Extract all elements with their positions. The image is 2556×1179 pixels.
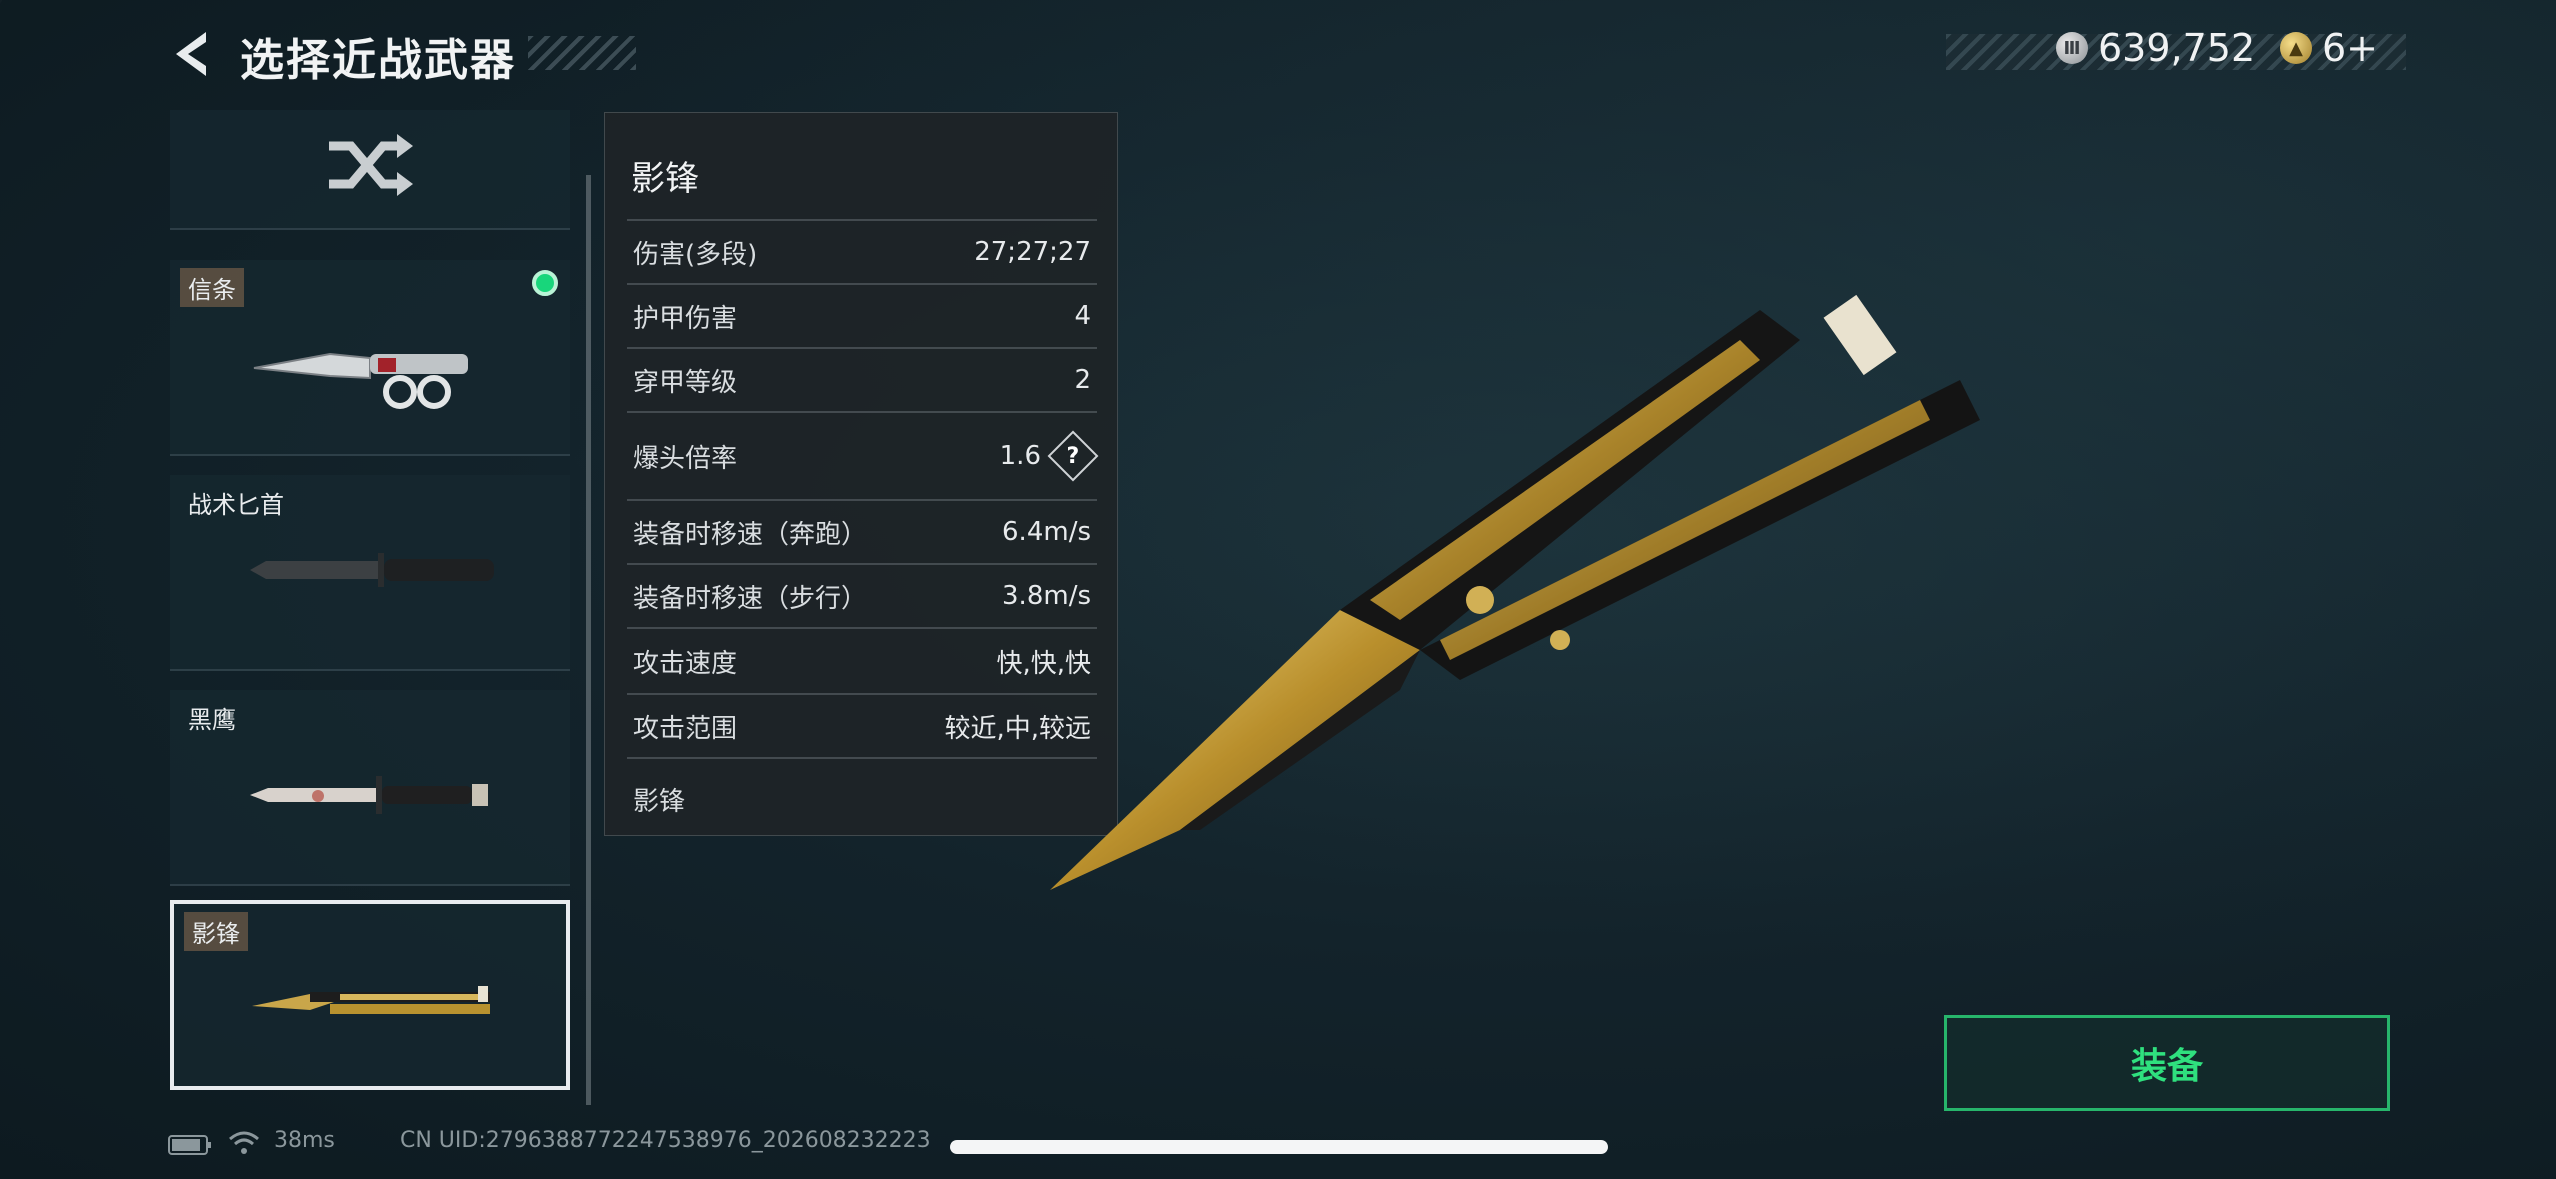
stat-label: 爆头倍率 xyxy=(633,443,738,474)
weapon-card-label: 影锋 xyxy=(184,912,248,951)
weapon-card-tactical-dagger[interactable]: 战术匕首 xyxy=(170,475,570,671)
silver-currency-value: 639,752 xyxy=(2098,26,2256,70)
page-title: 选择近战武器 xyxy=(240,35,516,86)
weapon-card-heiying[interactable]: 黑鹰 xyxy=(170,690,570,886)
knife-xintiao-image xyxy=(253,352,468,409)
stat-label: 护甲伤害 xyxy=(633,303,738,334)
silver-currency: Ⅲ 639,752 xyxy=(2056,26,2255,70)
stat-value: 1.6 xyxy=(999,441,1041,471)
stat-row-damage: 伤害(多段) 27;27;27 xyxy=(627,219,1097,283)
stat-row-move-walk: 装备时移速（步行） 3.8m/s xyxy=(627,563,1097,627)
silver-coin-icon: Ⅲ xyxy=(2056,32,2088,64)
stat-row-attack-speed: 攻击速度 快,快,快 xyxy=(627,627,1097,693)
gold-currency-value: 6+ xyxy=(2322,26,2379,70)
stat-label: 装备时移速（步行） xyxy=(633,583,868,614)
stat-value: 27;27;27 xyxy=(974,237,1091,267)
weapon-preview-image xyxy=(1050,294,1980,890)
uid-text: CN UID:2796388772247538976_202608232223 xyxy=(400,1128,931,1153)
weapon-card-label: 战术匕首 xyxy=(188,491,284,519)
gold-coin-icon: ▲ xyxy=(2280,32,2312,64)
stat-row-attack-range: 攻击范围 较近,中,较远 xyxy=(627,693,1097,759)
random-weapon-card[interactable] xyxy=(170,110,570,230)
stat-label: 穿甲等级 xyxy=(633,367,738,398)
stat-label: 装备时移速（奔跑） xyxy=(633,519,868,550)
home-indicator[interactable] xyxy=(950,1140,1608,1154)
equip-button[interactable]: 装备 xyxy=(1944,1015,2390,1111)
knife-heiying-image xyxy=(250,776,488,814)
equipped-indicator xyxy=(532,270,558,296)
stat-row-penetration: 穿甲等级 2 xyxy=(627,347,1097,411)
stat-label: 伤害(多段) xyxy=(633,239,758,270)
weapon-list: 信条 战术匕首 黑鹰 影锋 xyxy=(170,110,570,1100)
stat-row-headshot: 爆头倍率 1.6 ? xyxy=(627,411,1099,499)
weapon-card-yingfeng[interactable]: 影锋 xyxy=(170,900,570,1090)
weapon-card-label: 信条 xyxy=(180,268,244,307)
shuffle-icon xyxy=(329,134,413,196)
weapon-list-scrollbar[interactable] xyxy=(586,175,591,1105)
stat-row-move-run: 装备时移速（奔跑） 6.4m/s xyxy=(627,499,1097,563)
weapon-card-xintiao[interactable]: 信条 xyxy=(170,260,570,456)
stat-label: 攻击范围 xyxy=(633,713,738,744)
stat-row-armor-damage: 护甲伤害 4 xyxy=(627,283,1097,347)
title-decoration xyxy=(528,36,636,70)
weapon-name-title: 影锋 xyxy=(631,159,699,199)
stat-label: 攻击速度 xyxy=(633,648,738,679)
knife-yingfeng-image xyxy=(252,986,490,1014)
battery-icon xyxy=(168,1135,211,1155)
wifi-icon xyxy=(229,1131,259,1154)
ping-text: 38ms xyxy=(274,1128,335,1153)
weapon-card-label: 黑鹰 xyxy=(188,706,236,734)
knife-tactical-dagger-image xyxy=(250,553,494,587)
weapon-description: 影锋 xyxy=(633,787,686,817)
gold-currency: ▲ 6+ xyxy=(2280,26,2378,70)
back-arrow-icon xyxy=(176,32,206,76)
back-button[interactable] xyxy=(168,28,214,80)
